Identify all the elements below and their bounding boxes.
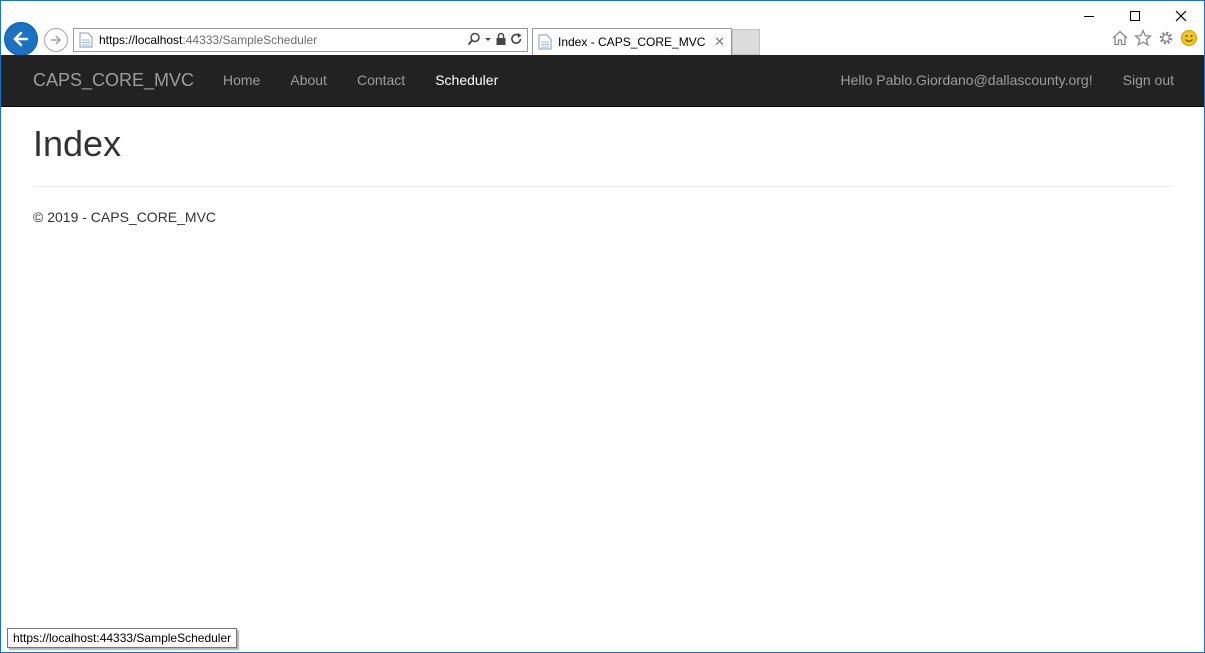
- nav-link-about[interactable]: About: [275, 55, 342, 106]
- lock-icon[interactable]: [495, 32, 507, 46]
- new-tab-button[interactable]: [732, 29, 760, 55]
- site-navbar: CAPS_CORE_MVC Home About Contact Schedul…: [1, 55, 1204, 107]
- footer-divider: [33, 186, 1173, 187]
- status-url-tooltip: https://localhost:44333/SampleScheduler: [7, 628, 238, 648]
- refresh-icon[interactable]: [510, 32, 523, 46]
- maximize-icon: [1130, 11, 1140, 21]
- arrow-right-icon: [51, 35, 62, 45]
- back-button[interactable]: [4, 22, 38, 56]
- nav-user-area: Hello Pablo.Giordano@dallascounty.org! S…: [826, 55, 1189, 106]
- brand-link[interactable]: CAPS_CORE_MVC: [33, 70, 194, 91]
- home-icon[interactable]: [1111, 29, 1129, 47]
- arrow-left-icon: [13, 31, 29, 47]
- smiley-feedback-icon[interactable]: [1180, 29, 1198, 47]
- close-window-button[interactable]: [1158, 1, 1204, 31]
- favorites-star-icon[interactable]: [1134, 29, 1152, 47]
- footer-copyright: © 2019 - CAPS_CORE_MVC: [33, 209, 217, 225]
- browser-toolbar: [1111, 29, 1198, 47]
- browser-chrome: https://localhost:44333/SampleScheduler …: [1, 1, 1204, 56]
- minimize-icon: [1084, 16, 1094, 17]
- tab-close-icon[interactable]: ✕: [714, 34, 725, 50]
- nav-link-home[interactable]: Home: [208, 55, 275, 106]
- sign-out-link[interactable]: Sign out: [1108, 55, 1189, 106]
- window-controls: [1066, 1, 1204, 31]
- tab-index[interactable]: Index - CAPS_CORE_MVC ✕: [532, 28, 732, 55]
- browser-window: https://localhost:44333/SampleScheduler …: [0, 0, 1205, 653]
- address-bar-icons: [467, 32, 523, 46]
- dropdown-arrow-icon[interactable]: [484, 32, 492, 46]
- address-url: https://localhost:44333/SampleScheduler: [99, 33, 318, 47]
- page-icon: [79, 32, 93, 48]
- search-icon[interactable]: [467, 32, 481, 46]
- maximize-button[interactable]: [1112, 1, 1158, 31]
- gear-icon[interactable]: [1157, 29, 1175, 47]
- close-icon: [1175, 10, 1187, 22]
- tab-title: Index - CAPS_CORE_MVC: [558, 35, 706, 49]
- address-bar[interactable]: https://localhost:44333/SampleScheduler: [73, 28, 528, 52]
- nav-link-contact[interactable]: Contact: [342, 55, 420, 106]
- page-icon: [538, 34, 552, 50]
- minimize-button[interactable]: [1066, 1, 1112, 31]
- page-title: Index: [33, 123, 122, 164]
- user-greeting-link[interactable]: Hello Pablo.Giordano@dallascounty.org!: [826, 55, 1108, 106]
- nav-links: Home About Contact Scheduler: [208, 55, 513, 106]
- nav-link-scheduler[interactable]: Scheduler: [420, 55, 513, 106]
- forward-button[interactable]: [44, 28, 68, 52]
